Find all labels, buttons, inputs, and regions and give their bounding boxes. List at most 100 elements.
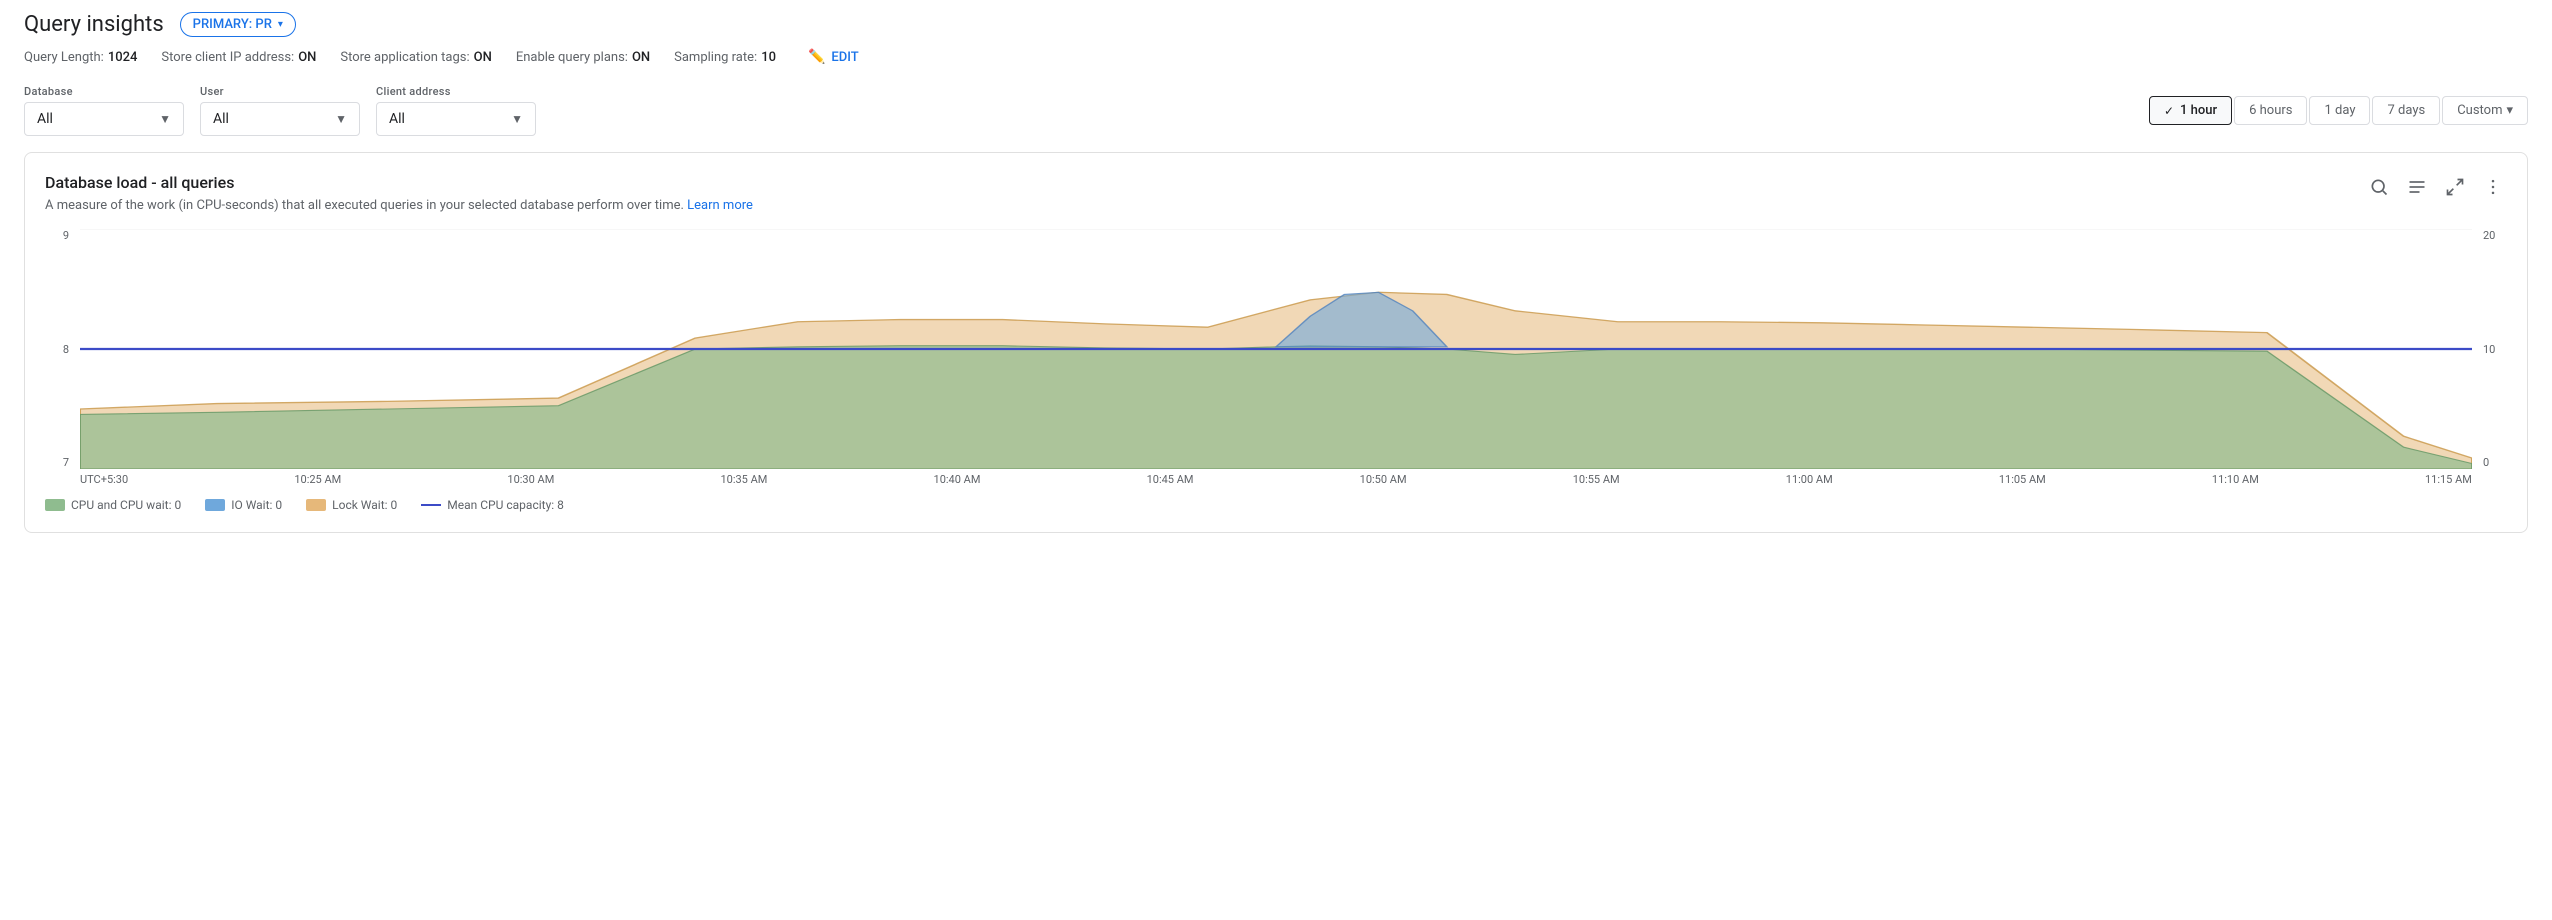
store-tags-label: Store application tags: <box>340 50 469 65</box>
time-7days-label: 7 days <box>2387 103 2425 118</box>
legend-lock-label: Lock Wait: 0 <box>332 498 397 512</box>
store-tags-value: ON <box>474 50 492 65</box>
legend-io-swatch <box>205 499 225 511</box>
user-filter-label: User <box>200 85 360 98</box>
legend-cpu-label: CPU and CPU wait: 0 <box>71 498 181 512</box>
sampling-rate-value: 10 <box>761 50 776 65</box>
client-address-dropdown-arrow: ▼ <box>511 112 523 126</box>
time-selector: ✓ 1 hour 6 hours 1 day 7 days Custom ▾ <box>2149 96 2528 125</box>
legend-io-label: IO Wait: 0 <box>231 498 282 512</box>
x-label-6: 10:50 AM <box>1360 473 1407 486</box>
x-label-2: 10:30 AM <box>507 473 554 486</box>
x-label-10: 11:10 AM <box>2212 473 2259 486</box>
y-axis-right: 20 10 0 <box>2477 229 2507 469</box>
client-address-filter-group: Client address All ▼ <box>376 85 536 136</box>
x-label-3: 10:35 AM <box>720 473 767 486</box>
query-length-value: 1024 <box>108 50 138 65</box>
chart-header: Database load - all queries A measure of… <box>45 173 2507 229</box>
chart-legend: CPU and CPU wait: 0 IO Wait: 0 Lock Wait… <box>45 486 2507 512</box>
instance-label: PRIMARY: PR <box>193 17 272 32</box>
x-label-7: 10:55 AM <box>1573 473 1620 486</box>
y-right-top: 20 <box>2483 229 2507 242</box>
legend-capacity-swatch <box>421 504 441 506</box>
database-filter-group: Database All ▼ <box>24 85 184 136</box>
chart-legend-icon[interactable] <box>2403 173 2431 205</box>
instance-dropdown-arrow: ▾ <box>278 19 283 30</box>
check-icon: ✓ <box>2164 104 2174 118</box>
user-filter-group: User All ▼ <box>200 85 360 136</box>
chart-subtitle-text: A measure of the work (in CPU-seconds) t… <box>45 198 684 213</box>
chart-search-icon[interactable] <box>2365 173 2393 205</box>
database-filter-value: All <box>37 111 53 127</box>
user-dropdown-arrow: ▼ <box>335 112 347 126</box>
x-axis: UTC+5:30 10:25 AM 10:30 AM 10:35 AM 10:4… <box>45 469 2507 486</box>
custom-dropdown-arrow: ▾ <box>2506 103 2513 118</box>
sampling-rate-label: Sampling rate: <box>674 50 757 65</box>
edit-icon: ✏️ <box>808 49 825 65</box>
filters-row: Database All ▼ User All ▼ Client address… <box>0 77 2552 152</box>
store-ip-label: Store client IP address: <box>161 50 294 65</box>
user-filter-select[interactable]: All ▼ <box>200 102 360 136</box>
legend-capacity-label: Mean CPU capacity: 8 <box>447 498 564 512</box>
x-label-4: 10:40 AM <box>934 473 981 486</box>
store-ip-value: ON <box>298 50 316 65</box>
database-filter-select[interactable]: All ▼ <box>24 102 184 136</box>
y-left-bot: 7 <box>45 456 69 469</box>
edit-label: EDIT <box>831 50 858 65</box>
instance-selector[interactable]: PRIMARY: PR ▾ <box>180 12 296 37</box>
x-label-5: 10:45 AM <box>1147 473 1194 486</box>
database-dropdown-arrow: ▼ <box>159 112 171 126</box>
time-custom-label: Custom <box>2457 103 2502 118</box>
learn-more-link[interactable]: Learn more <box>687 198 753 213</box>
store-tags-meta: Store application tags: ON <box>340 50 491 65</box>
x-label-1: 10:25 AM <box>294 473 341 486</box>
time-1hour-button[interactable]: ✓ 1 hour <box>2149 96 2232 125</box>
x-label-8: 11:00 AM <box>1786 473 1833 486</box>
y-left-mid: 8 <box>45 343 69 356</box>
client-address-filter-value: All <box>389 111 405 127</box>
y-right-bot: 0 <box>2483 456 2507 469</box>
legend-cpu-swatch <box>45 499 65 511</box>
y-right-mid: 10 <box>2483 343 2507 356</box>
query-plans-value: ON <box>632 50 650 65</box>
client-address-filter-label: Client address <box>376 85 536 98</box>
legend-cpu: CPU and CPU wait: 0 <box>45 498 181 512</box>
query-length-label: Query Length: <box>24 50 104 65</box>
client-address-filter-select[interactable]: All ▼ <box>376 102 536 136</box>
edit-button[interactable]: ✏️ EDIT <box>808 49 859 65</box>
chart-title: Database load - all queries <box>45 173 753 192</box>
sampling-rate-meta: Sampling rate: 10 <box>674 50 776 65</box>
time-1day-label: 1 day <box>2324 103 2355 118</box>
chart-area: 9 8 7 20 10 0 <box>45 229 2507 469</box>
time-6hours-button[interactable]: 6 hours <box>2234 96 2307 125</box>
chart-section: Database load - all queries A measure of… <box>24 152 2528 533</box>
page-title: Query insights <box>24 12 164 37</box>
legend-capacity: Mean CPU capacity: 8 <box>421 498 564 512</box>
query-plans-meta: Enable query plans: ON <box>516 50 650 65</box>
chart-container: 9 8 7 20 10 0 <box>45 229 2507 512</box>
time-1hour-label: 1 hour <box>2180 103 2217 118</box>
y-left-top: 9 <box>45 229 69 242</box>
time-6hours-label: 6 hours <box>2249 103 2292 118</box>
chart-svg <box>80 229 2472 469</box>
query-plans-label: Enable query plans: <box>516 50 628 65</box>
chart-title-block: Database load - all queries A measure of… <box>45 173 753 229</box>
x-label-0: UTC+5:30 <box>80 473 128 486</box>
store-ip-meta: Store client IP address: ON <box>161 50 316 65</box>
time-1day-button[interactable]: 1 day <box>2309 96 2370 125</box>
chart-more-icon[interactable] <box>2479 173 2507 205</box>
x-label-11: 11:15 AM <box>2425 473 2472 486</box>
x-label-9: 11:05 AM <box>1999 473 2046 486</box>
header: Query insights PRIMARY: PR ▾ <box>0 0 2552 45</box>
meta-bar: Query Length: 1024 Store client IP addre… <box>0 45 2552 77</box>
time-7days-button[interactable]: 7 days <box>2372 96 2440 125</box>
database-filter-label: Database <box>24 85 184 98</box>
query-length-meta: Query Length: 1024 <box>24 50 137 65</box>
time-custom-button[interactable]: Custom ▾ <box>2442 96 2528 125</box>
y-axis-left: 9 8 7 <box>45 229 75 469</box>
chart-tools <box>2365 173 2507 205</box>
chart-subtitle: A measure of the work (in CPU-seconds) t… <box>45 198 753 213</box>
legend-lock: Lock Wait: 0 <box>306 498 397 512</box>
user-filter-value: All <box>213 111 229 127</box>
chart-fullscreen-icon[interactable] <box>2441 173 2469 205</box>
